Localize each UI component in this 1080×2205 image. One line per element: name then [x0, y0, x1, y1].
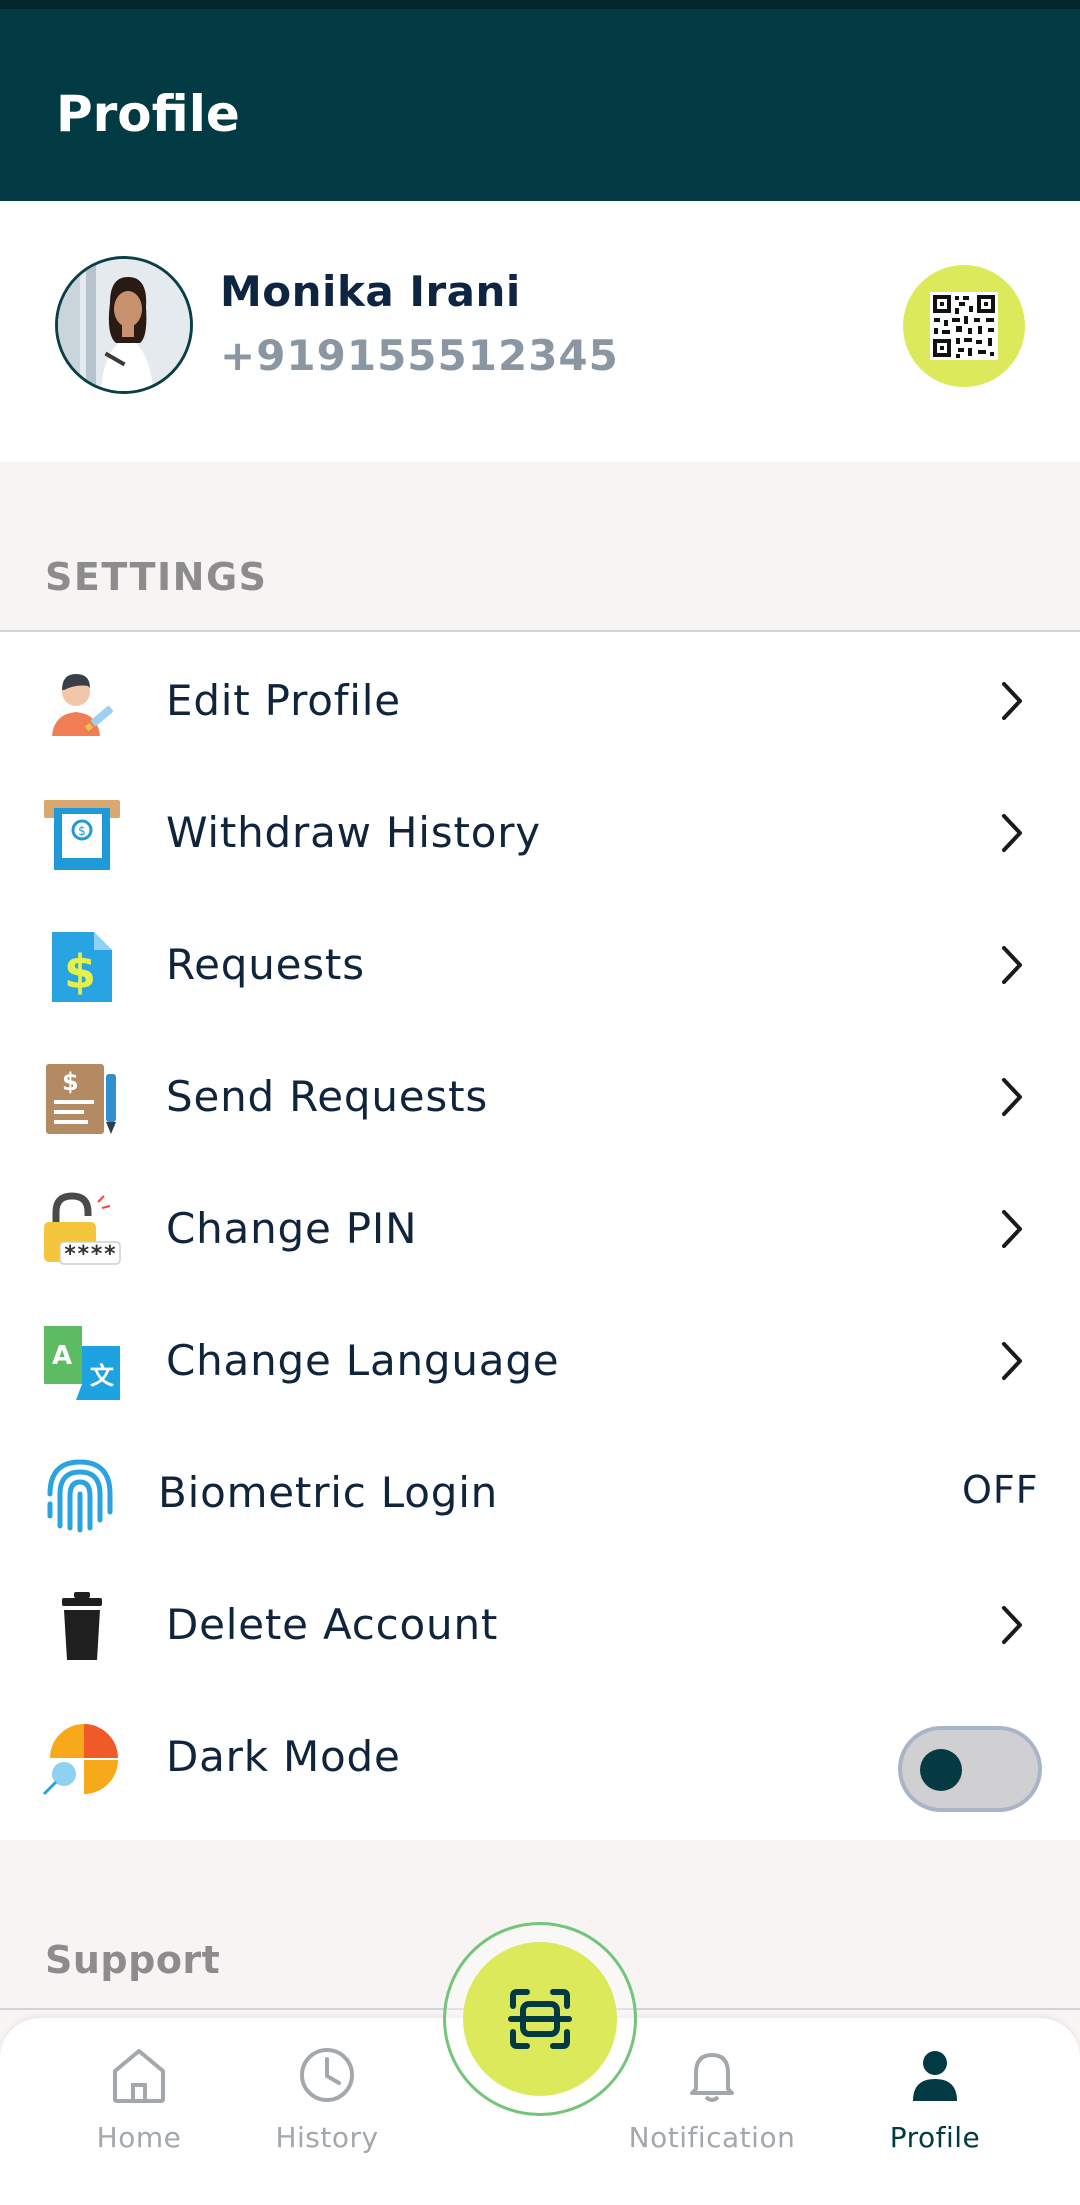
avatar[interactable] — [55, 256, 193, 394]
nav-home[interactable]: Home — [54, 2043, 224, 2193]
menu-item-label: Withdraw History — [166, 808, 541, 857]
menu-item-label: Delete Account — [166, 1600, 499, 1649]
my-qr-button[interactable] — [903, 265, 1025, 387]
chevron-right-icon — [1002, 1210, 1022, 1248]
edit-profile-icon — [52, 674, 113, 736]
qr-code-icon — [930, 292, 998, 360]
user-phone: +919155512345 — [220, 331, 619, 380]
avatar-photo — [58, 259, 190, 391]
chevron-right-icon — [1002, 814, 1022, 852]
nav-label: History — [275, 2121, 379, 2154]
menu-item-label: Change Language — [166, 1336, 560, 1385]
person-icon — [913, 2051, 957, 2101]
app-bar: Profile — [0, 9, 1080, 201]
trash-icon — [62, 1592, 102, 1660]
page-title: Profile — [56, 85, 240, 143]
menu-item-label: Change PIN — [166, 1204, 418, 1253]
clock-icon — [300, 2048, 354, 2102]
menu-item-edit-profile[interactable]: Edit Profile — [0, 632, 1080, 764]
scan-qr-button[interactable] — [463, 1942, 617, 2096]
menu-item-send-requests[interactable]: $ Send Requests — [0, 1028, 1080, 1160]
user-name: Monika Irani — [220, 267, 521, 316]
svg-text:$: $ — [62, 1068, 79, 1096]
menu-item-dark-mode[interactable]: Dark Mode — [0, 1688, 1080, 1820]
menu-item-label: Send Requests — [166, 1072, 489, 1121]
menu-item-label: Requests — [166, 940, 365, 989]
menu-item-label: Dark Mode — [166, 1732, 401, 1781]
dark-mode-icon — [42, 1724, 118, 1796]
profile-card: Monika Irani +919155512345 — [0, 201, 1080, 462]
svg-text:$: $ — [78, 824, 86, 838]
change-language-icon: A 文 — [44, 1326, 120, 1400]
change-pin-icon: **** — [44, 1192, 121, 1267]
settings-menu: Edit Profile $ Withdraw History $ Reques… — [0, 632, 1080, 1840]
svg-text:文: 文 — [90, 1362, 115, 1390]
status-bar — [0, 0, 1080, 9]
biometric-state-value: OFF — [962, 1468, 1039, 1512]
menu-item-label: Edit Profile — [166, 676, 401, 725]
nav-label: Profile — [889, 2121, 981, 2154]
settings-section-header: SETTINGS — [0, 462, 1080, 632]
nav-label: Home — [96, 2121, 182, 2154]
dark-mode-toggle[interactable] — [898, 1726, 1042, 1812]
support-section-label: Support — [45, 1938, 221, 1982]
bell-icon — [690, 2053, 734, 2102]
menu-item-withdraw-history[interactable]: $ Withdraw History — [0, 764, 1080, 896]
menu-item-biometric-login[interactable]: Biometric Login OFF — [0, 1424, 1080, 1556]
requests-icon: $ — [52, 932, 112, 1002]
chevron-right-icon — [1002, 682, 1022, 720]
withdraw-history-icon: $ — [44, 800, 120, 870]
scan-qr-icon — [508, 1989, 572, 2049]
settings-section-label: SETTINGS — [45, 555, 268, 599]
nav-label: Notification — [628, 2121, 796, 2154]
chevron-right-icon — [1002, 946, 1022, 984]
menu-item-change-pin[interactable]: **** Change PIN — [0, 1160, 1080, 1292]
send-requests-icon: $ — [46, 1064, 116, 1134]
chevron-right-icon — [1002, 1078, 1022, 1116]
home-icon — [113, 2049, 165, 2103]
svg-text:A: A — [52, 1341, 72, 1371]
toggle-knob — [920, 1749, 962, 1791]
svg-text:$: $ — [64, 945, 96, 999]
nav-history[interactable]: History — [242, 2043, 412, 2193]
menu-item-change-language[interactable]: A 文 Change Language — [0, 1292, 1080, 1424]
menu-item-requests[interactable]: $ Requests — [0, 896, 1080, 1028]
menu-item-delete-account[interactable]: Delete Account — [0, 1556, 1080, 1688]
menu-item-label: Biometric Login — [158, 1468, 499, 1517]
chevron-right-icon — [1002, 1342, 1022, 1380]
svg-text:****: **** — [64, 1242, 117, 1267]
nav-notification[interactable]: Notification — [627, 2043, 797, 2193]
nav-profile[interactable]: Profile — [850, 2043, 1020, 2193]
fingerprint-icon — [47, 1459, 113, 1533]
chevron-right-icon — [1002, 1606, 1022, 1644]
